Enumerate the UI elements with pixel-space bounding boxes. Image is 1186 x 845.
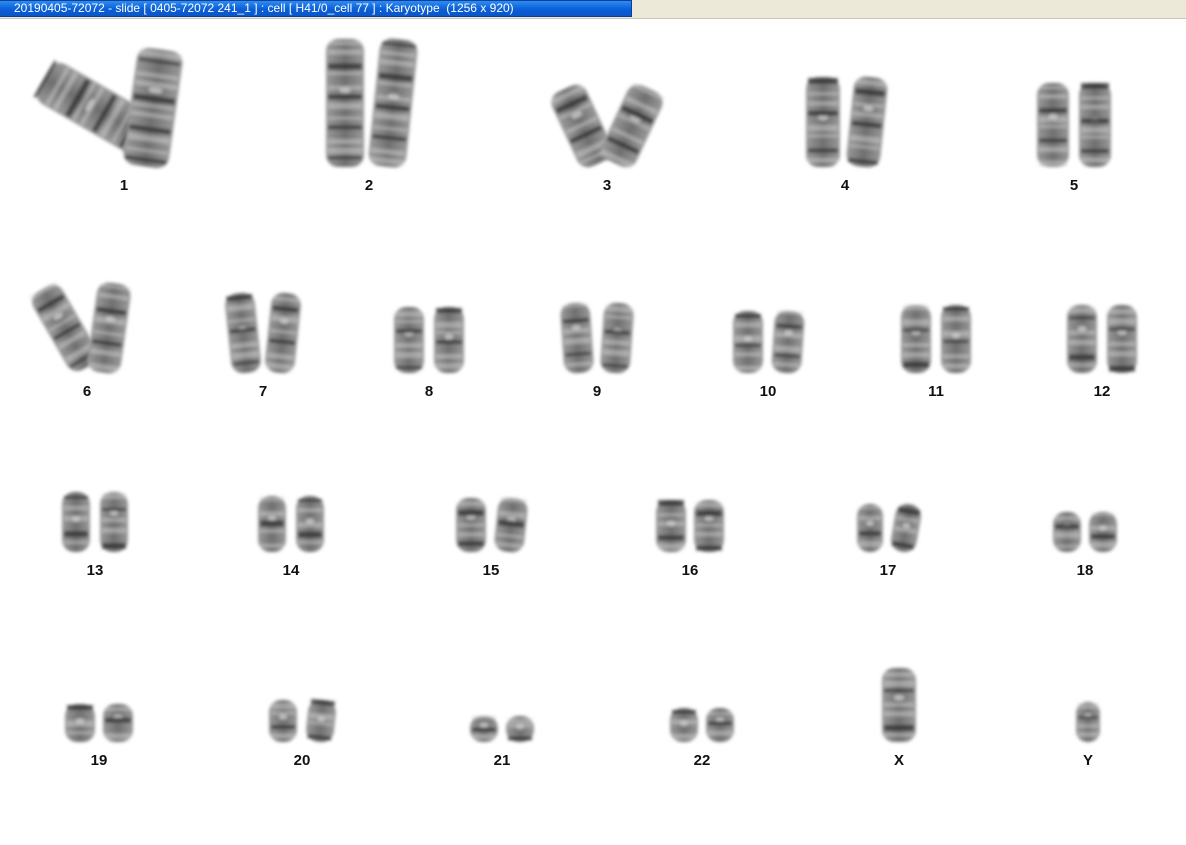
chromosome-label: 8 bbox=[424, 383, 434, 400]
chromosome-label: 14 bbox=[282, 562, 300, 579]
chromosome-pair-graphic bbox=[1067, 305, 1137, 373]
chromosome-label: 12 bbox=[1093, 383, 1111, 400]
chromosome-5-b bbox=[1079, 83, 1111, 167]
chromosome-21-b bbox=[506, 716, 534, 742]
chromosome-13-b bbox=[100, 492, 128, 552]
chromosome-14-b bbox=[296, 496, 324, 552]
chromosome-9-a bbox=[560, 302, 594, 374]
chromosome-pair-graphic bbox=[258, 496, 324, 552]
chromosome-pair-graphic bbox=[733, 310, 805, 374]
chromosome-label: 3 bbox=[602, 177, 612, 194]
chromosome-9-b bbox=[600, 302, 634, 374]
chromosome-19-a bbox=[65, 704, 95, 742]
chromosome-label: 10 bbox=[759, 383, 777, 400]
chromosome-6-a bbox=[29, 281, 98, 372]
window-title-bar: 20190405-72072 - slide [ 0405-72072 241_… bbox=[0, 0, 1186, 19]
chromosome-label: 18 bbox=[1076, 562, 1094, 579]
chromosome-16-a bbox=[656, 500, 686, 552]
chromosome-18-a bbox=[1053, 512, 1081, 552]
chromosome-pair-graphic bbox=[225, 292, 301, 374]
chromosome-20-a bbox=[269, 700, 297, 742]
chromosome-22-b bbox=[706, 708, 734, 742]
chromosome-pair-graphic bbox=[857, 503, 922, 553]
chromosome-11-b bbox=[941, 305, 971, 373]
chromosome-pair-graphic bbox=[550, 82, 665, 169]
chromosome-6-b bbox=[87, 282, 131, 374]
chromosome-2-a bbox=[326, 39, 364, 167]
chromosome-22-a bbox=[670, 708, 698, 742]
chromosome-5-a bbox=[1037, 83, 1069, 167]
karyotype-canvas: 1 2 3 4 5 6 7 8 9 10 11 12 13 14 15 16 17 18 19 20 21 22 X Y bbox=[0, 19, 1186, 845]
chromosome-pair-graphic bbox=[65, 704, 133, 742]
chromosome-label: 11 bbox=[928, 383, 944, 400]
chromosome-16-b bbox=[694, 500, 724, 552]
chromosome-18-b bbox=[1089, 512, 1117, 552]
chromosome-x bbox=[882, 668, 916, 742]
chromosome-19-b bbox=[103, 704, 133, 742]
chromosome-pair-graphic bbox=[656, 500, 724, 552]
chromosome-pair-graphic bbox=[901, 305, 971, 373]
chromosome-label: 2 bbox=[364, 177, 374, 194]
chromosome-label: 6 bbox=[82, 383, 92, 400]
chromosome-10-a bbox=[733, 311, 763, 373]
chromosome-pair-graphic bbox=[470, 716, 534, 742]
chromosome-10-b bbox=[771, 310, 805, 374]
chromosome-label: 7 bbox=[258, 383, 268, 400]
chromosome-label: 1 bbox=[119, 177, 129, 194]
chromosome-7-b bbox=[265, 292, 301, 374]
chromosome-12-b bbox=[1107, 305, 1137, 373]
chromosome-14-a bbox=[258, 496, 286, 552]
chromosome-label: 5 bbox=[1069, 177, 1079, 194]
chromosome-1-b bbox=[123, 47, 183, 169]
chromosome-label: X bbox=[893, 752, 904, 769]
chromosome-pair-graphic bbox=[882, 668, 916, 742]
chromosome-pair-graphic bbox=[62, 492, 128, 552]
chromosome-pair-graphic bbox=[670, 708, 734, 742]
chromosome-12-a bbox=[1067, 305, 1097, 373]
chromosome-8-a bbox=[394, 307, 424, 373]
chromosome-pair-graphic bbox=[456, 496, 528, 553]
chromosome-pair-graphic bbox=[806, 76, 888, 168]
chromosome-17-a bbox=[857, 504, 883, 552]
chromosome-2-b bbox=[368, 38, 418, 168]
chromosome-pair-graphic bbox=[1053, 512, 1117, 552]
chromosome-label: 9 bbox=[592, 383, 602, 400]
chromosome-13-a bbox=[62, 492, 90, 552]
chromosome-label: 4 bbox=[840, 177, 850, 194]
chromosome-label: 16 bbox=[681, 562, 699, 579]
chromosome-1-a bbox=[33, 60, 154, 154]
chromosome-15-a bbox=[456, 498, 486, 552]
chromosome-4-a bbox=[806, 77, 840, 167]
chromosome-pair-graphic bbox=[33, 47, 183, 169]
chromosome-7-a bbox=[225, 292, 261, 374]
chromosome-pair-graphic bbox=[1037, 83, 1111, 167]
chromosome-label: 20 bbox=[293, 752, 311, 769]
chromosome-3-b bbox=[599, 82, 665, 169]
chromosome-y bbox=[1076, 702, 1100, 742]
chromosome-15-b bbox=[494, 496, 528, 553]
chromosome-label: Y bbox=[1082, 752, 1093, 769]
chromosome-pair-graphic bbox=[1076, 702, 1100, 742]
chromosome-17-b bbox=[890, 503, 922, 553]
chromosome-3-a bbox=[550, 84, 613, 168]
chromosome-label: 13 bbox=[86, 562, 104, 579]
window-title-tab[interactable]: 20190405-72072 - slide [ 0405-72072 241_… bbox=[0, 0, 632, 17]
chromosome-21-a bbox=[470, 716, 498, 742]
chromosome-label: 19 bbox=[90, 752, 108, 769]
chromosome-pair-graphic bbox=[269, 698, 336, 743]
chromosome-pair-graphic bbox=[326, 38, 418, 168]
chromosome-pair-graphic bbox=[560, 302, 634, 374]
chromosome-label: 15 bbox=[482, 562, 500, 579]
chromosome-label: 22 bbox=[693, 752, 711, 769]
chromosome-pair-graphic bbox=[29, 281, 131, 374]
chromosome-4-b bbox=[846, 76, 888, 168]
chromosome-label: 17 bbox=[879, 562, 897, 579]
chromosome-pair-graphic bbox=[394, 307, 464, 373]
chromosome-20-b bbox=[306, 698, 336, 743]
chromosome-11-a bbox=[901, 305, 931, 373]
chromosome-8-b bbox=[434, 307, 464, 373]
chromosome-label: 21 bbox=[493, 752, 511, 769]
